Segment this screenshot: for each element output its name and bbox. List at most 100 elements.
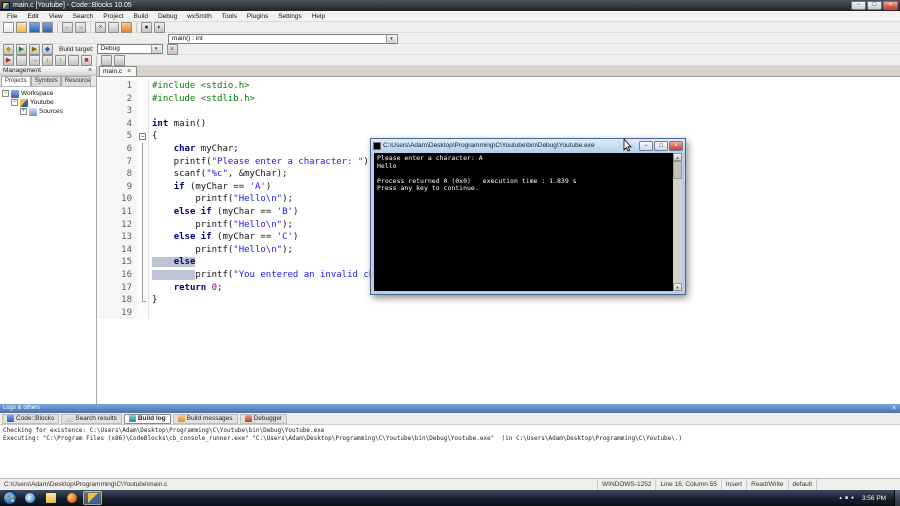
- explorer-icon[interactable]: [41, 491, 60, 505]
- management-tab-projects[interactable]: Projects: [1, 76, 31, 86]
- step-into-icon[interactable]: ↓: [42, 54, 53, 66]
- open-file-icon[interactable]: [16, 21, 27, 33]
- line-number: 6: [97, 142, 137, 156]
- debug-continue-icon[interactable]: ▶: [3, 54, 14, 66]
- maximize-button[interactable]: □: [867, 1, 882, 10]
- media-player-icon[interactable]: [62, 491, 81, 505]
- show-desktop-button[interactable]: [894, 490, 900, 506]
- management-close-icon[interactable]: [86, 67, 94, 75]
- show-hidden-icons[interactable]: ▴: [839, 491, 842, 505]
- minimize-button[interactable]: −: [851, 1, 866, 10]
- log-tab-code-blocks[interactable]: Code::Blocks: [2, 413, 60, 424]
- code-line[interactable]: 4 int main(): [97, 117, 900, 131]
- cut-icon[interactable]: ×: [95, 21, 106, 33]
- fold-marker-icon[interactable]: −: [139, 133, 146, 141]
- logs-close-icon[interactable]: [890, 405, 898, 413]
- logs-output: Checking for existence: C:\Users\Adam\De…: [0, 425, 900, 478]
- log-tab-search-results[interactable]: Search results: [61, 413, 122, 424]
- menu-item-settings[interactable]: Settings: [273, 11, 307, 21]
- new-file-icon[interactable]: [3, 21, 14, 33]
- step-out-icon[interactable]: ↑: [55, 54, 66, 66]
- management-tab-symbols[interactable]: Symbols: [30, 76, 61, 86]
- build-and-run-icon[interactable]: ▶: [29, 43, 40, 55]
- console-close-button[interactable]: ×: [669, 140, 683, 151]
- tree-item-sources[interactable]: + Sources: [0, 107, 96, 116]
- menu-item-tools[interactable]: Tools: [217, 11, 242, 21]
- volume-icon[interactable]: ●: [851, 491, 854, 505]
- abort-icon[interactable]: ×: [166, 43, 178, 55]
- code-text: {: [152, 131, 158, 142]
- log-tab-build-messages[interactable]: Build messages: [172, 413, 238, 424]
- internet-explorer-icon[interactable]: e: [20, 491, 39, 505]
- menu-item-plugins[interactable]: Plugins: [242, 11, 273, 21]
- management-tab-resources[interactable]: Resources: [60, 76, 91, 86]
- tab-close-icon[interactable]: [125, 68, 133, 76]
- scrollbar-thumb[interactable]: [673, 161, 682, 179]
- toolbar-debugger: ▶ → ↓ ↑ ■: [0, 54, 900, 66]
- management-title: Management: [3, 67, 41, 74]
- tree-item-youtube[interactable]: − Youtube: [0, 98, 96, 107]
- code-line[interactable]: 2 #include <stdlib.h>: [97, 92, 900, 106]
- codeblocks-window: main.c [Youtube] - Code::Blocks 10.05 − □…: [0, 0, 900, 506]
- console-maximize-button[interactable]: □: [654, 140, 668, 151]
- menu-item-search[interactable]: Search: [68, 11, 99, 21]
- console-title-bar[interactable]: C:\Users\Adam\Desktop\Programming\C\Yout…: [371, 139, 685, 152]
- rebuild-icon[interactable]: ◆: [42, 43, 53, 55]
- tree-expander-icon[interactable]: −: [11, 99, 18, 106]
- code-text: }: [152, 295, 158, 306]
- codeblocks-icon[interactable]: [83, 491, 102, 505]
- paste-icon[interactable]: [121, 21, 132, 33]
- run-icon[interactable]: ▶: [16, 43, 27, 55]
- build-icon[interactable]: ◆: [3, 43, 14, 55]
- console-output: Please enter a character: A Hello Process…: [374, 153, 673, 291]
- code-line[interactable]: 3: [97, 105, 900, 118]
- menu-item-wxsmith[interactable]: wxSmith: [182, 11, 217, 21]
- debugger-info-icon[interactable]: [114, 54, 125, 66]
- run-to-cursor-icon[interactable]: [16, 54, 27, 66]
- line-number: 15: [97, 256, 137, 269]
- editor-tab-main-c[interactable]: main.c: [99, 66, 138, 76]
- copy-icon[interactable]: [108, 21, 119, 33]
- close-button[interactable]: ×: [883, 1, 898, 10]
- replace-icon[interactable]: ◐: [154, 21, 165, 33]
- menu-item-view[interactable]: View: [44, 11, 68, 21]
- code-line[interactable]: 1 #include <stdio.h>: [97, 80, 900, 93]
- menu-item-build[interactable]: Build: [129, 11, 153, 21]
- find-icon[interactable]: ●: [141, 21, 152, 33]
- scroll-up-icon[interactable]: ▲: [673, 153, 682, 161]
- build-target-combo[interactable]: Debug: [96, 44, 163, 54]
- code-text: printf("Hello\n");: [152, 219, 293, 230]
- taskbar-clock[interactable]: 3:56 PM: [857, 495, 891, 502]
- console-minimize-button[interactable]: −: [639, 140, 653, 151]
- start-button[interactable]: [3, 491, 17, 505]
- menu-item-debug[interactable]: Debug: [153, 11, 182, 21]
- console-window[interactable]: C:\Users\Adam\Desktop\Programming\C\Yout…: [370, 138, 686, 295]
- tree-expander-icon[interactable]: −: [2, 90, 9, 97]
- symbol-combo[interactable]: main() : int: [168, 33, 398, 44]
- network-icon[interactable]: ■: [845, 491, 848, 505]
- log-line: Checking for existence: C:\Users\Adam\De…: [3, 427, 325, 434]
- menu-item-file[interactable]: File: [2, 11, 22, 21]
- save-icon[interactable]: [29, 21, 40, 33]
- undo-icon[interactable]: ←: [62, 21, 73, 33]
- tree-expander-icon[interactable]: +: [20, 108, 27, 115]
- tree-item-workspace[interactable]: − Workspace: [0, 89, 96, 98]
- toolbar-separator: [136, 22, 137, 32]
- menu-item-edit[interactable]: Edit: [22, 11, 43, 21]
- save-all-icon[interactable]: [42, 21, 53, 33]
- redo-icon[interactable]: →: [75, 21, 86, 33]
- debugging-windows-icon[interactable]: [101, 54, 112, 66]
- code-line[interactable]: 19: [97, 306, 900, 320]
- codeblocks-icon-glyph: [87, 493, 98, 503]
- menu-item-project[interactable]: Project: [98, 11, 128, 21]
- stop-debugger-icon[interactable]: ■: [81, 54, 92, 66]
- fold-margin: [137, 168, 149, 181]
- menu-item-help[interactable]: Help: [307, 11, 330, 21]
- code-line[interactable]: 18}: [97, 294, 900, 307]
- log-tab-build-log[interactable]: Build log: [123, 413, 171, 424]
- console-scrollbar[interactable]: ▲ ▼: [673, 153, 682, 291]
- next-instruction-icon[interactable]: [68, 54, 79, 66]
- scroll-down-icon[interactable]: ▼: [673, 283, 682, 291]
- next-line-icon[interactable]: →: [29, 54, 40, 66]
- log-tab-debugger[interactable]: Debugger: [239, 413, 288, 424]
